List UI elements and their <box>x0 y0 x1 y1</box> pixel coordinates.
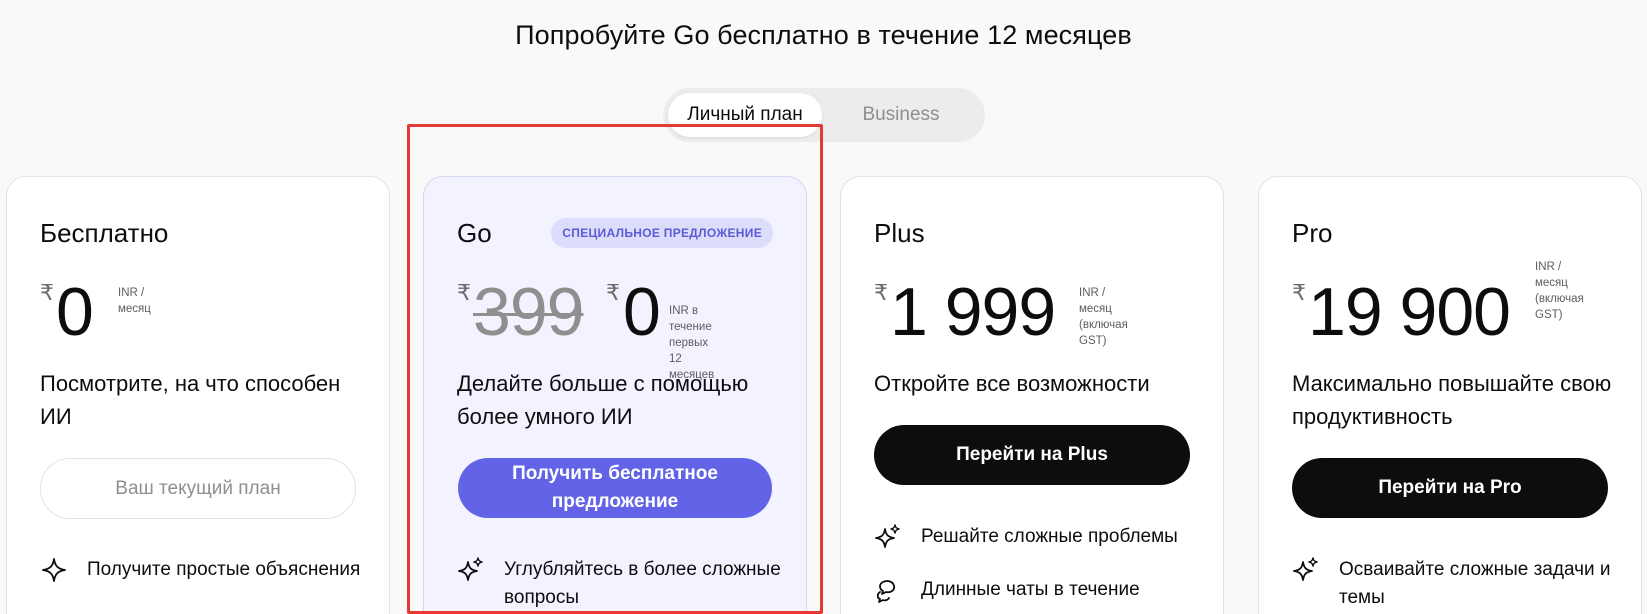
page-title: Попробуйте Go бесплатно в течение 12 мес… <box>515 20 1132 50</box>
feature-text: Решайте сложные проблемы <box>921 526 1178 547</box>
plan-tagline: Откройте все возможности <box>874 371 1150 396</box>
plan-name: Go <box>457 218 492 248</box>
currency-symbol: ₹ <box>606 280 620 305</box>
plan-name: Бесплатно <box>40 218 169 248</box>
plan-tagline: Посмотрите, на что способен ИИ <box>40 371 341 429</box>
price-note: INR / месяц (включая GST) <box>1535 259 1584 323</box>
price-note: INR / месяц (включая GST) <box>1079 285 1128 349</box>
plan-name: Pro <box>1292 218 1333 248</box>
price-note-line: месяц <box>118 303 151 315</box>
feature-text: Получите простые объяснения <box>87 559 361 580</box>
currency-symbol: ₹ <box>457 280 471 305</box>
plan-card-free: Бесплатно ₹ 0 INR / месяц Посмотрите, на… <box>6 176 390 614</box>
upgrade-plus-button[interactable]: Перейти на Plus <box>874 425 1190 485</box>
special-offer-badge: СПЕЦИАЛЬНОЕ ПРЕДЛОЖЕНИЕ <box>551 218 773 248</box>
price-note-line: (включая <box>1535 293 1584 305</box>
plan-card-go: Go СПЕЦИАЛЬНОЕ ПРЕДЛОЖЕНИЕ ₹ 399 ₹ 0 INR… <box>423 176 807 614</box>
sparkles-icon <box>458 557 483 581</box>
sparkles-icon <box>875 524 900 548</box>
currency-symbol: ₹ <box>874 280 888 305</box>
currency-symbol: ₹ <box>40 280 54 305</box>
chat-bubbles-icon <box>876 580 896 603</box>
old-price-amount: 399 <box>473 274 584 350</box>
price-note: INR / месяц <box>118 285 151 317</box>
plan-card-pro: Pro ₹ 19 900 INR / месяц (включая GST) М… <box>1258 176 1642 614</box>
sparkle-icon <box>42 558 66 582</box>
currency-symbol: ₹ <box>1292 280 1306 305</box>
price-amount: 0 <box>56 274 94 350</box>
plan-tagline: Максимально повышайте свою продуктивност… <box>1292 371 1612 429</box>
price-amount: 1 999 <box>890 274 1056 350</box>
plan-type-toggle: Личный план Business <box>663 88 985 142</box>
price-note-line: GST) <box>1079 335 1107 347</box>
price-note-line: INR в течение <box>669 305 712 333</box>
toggle-personal-plan[interactable]: Личный план <box>668 93 822 137</box>
upgrade-pro-button[interactable]: Перейти на Pro <box>1292 458 1608 518</box>
price-note-line: GST) <box>1535 309 1563 321</box>
price-note-line: месяц <box>1535 277 1568 289</box>
feature-text: Углубляйтесь в более сложные вопросы <box>504 559 781 608</box>
price-note-line: INR / <box>1079 287 1106 299</box>
plan-name: Plus <box>874 218 925 248</box>
price-note-line: месяц (включая <box>1079 303 1128 331</box>
price-amount: 19 900 <box>1308 274 1511 350</box>
plan-tagline: Делайте больше с помощью более умного ИИ <box>457 371 749 429</box>
sparkles-icon <box>1293 557 1318 581</box>
feature-text: Длинные чаты в течение <box>921 579 1140 600</box>
price-amount: 0 <box>623 274 661 350</box>
price-note-line: INR / <box>118 287 145 299</box>
toggle-business-plan[interactable]: Business <box>823 93 979 137</box>
price-note-line: INR / <box>1535 261 1562 273</box>
current-plan-button[interactable]: Ваш текущий план <box>40 458 356 519</box>
feature-text: Осваивайте сложные задачи и темы <box>1339 559 1611 608</box>
get-free-offer-button[interactable]: Получить бесплатное предложение <box>458 458 772 518</box>
plan-card-plus: Plus ₹ 1 999 INR / месяц (включая GST) О… <box>840 176 1224 614</box>
